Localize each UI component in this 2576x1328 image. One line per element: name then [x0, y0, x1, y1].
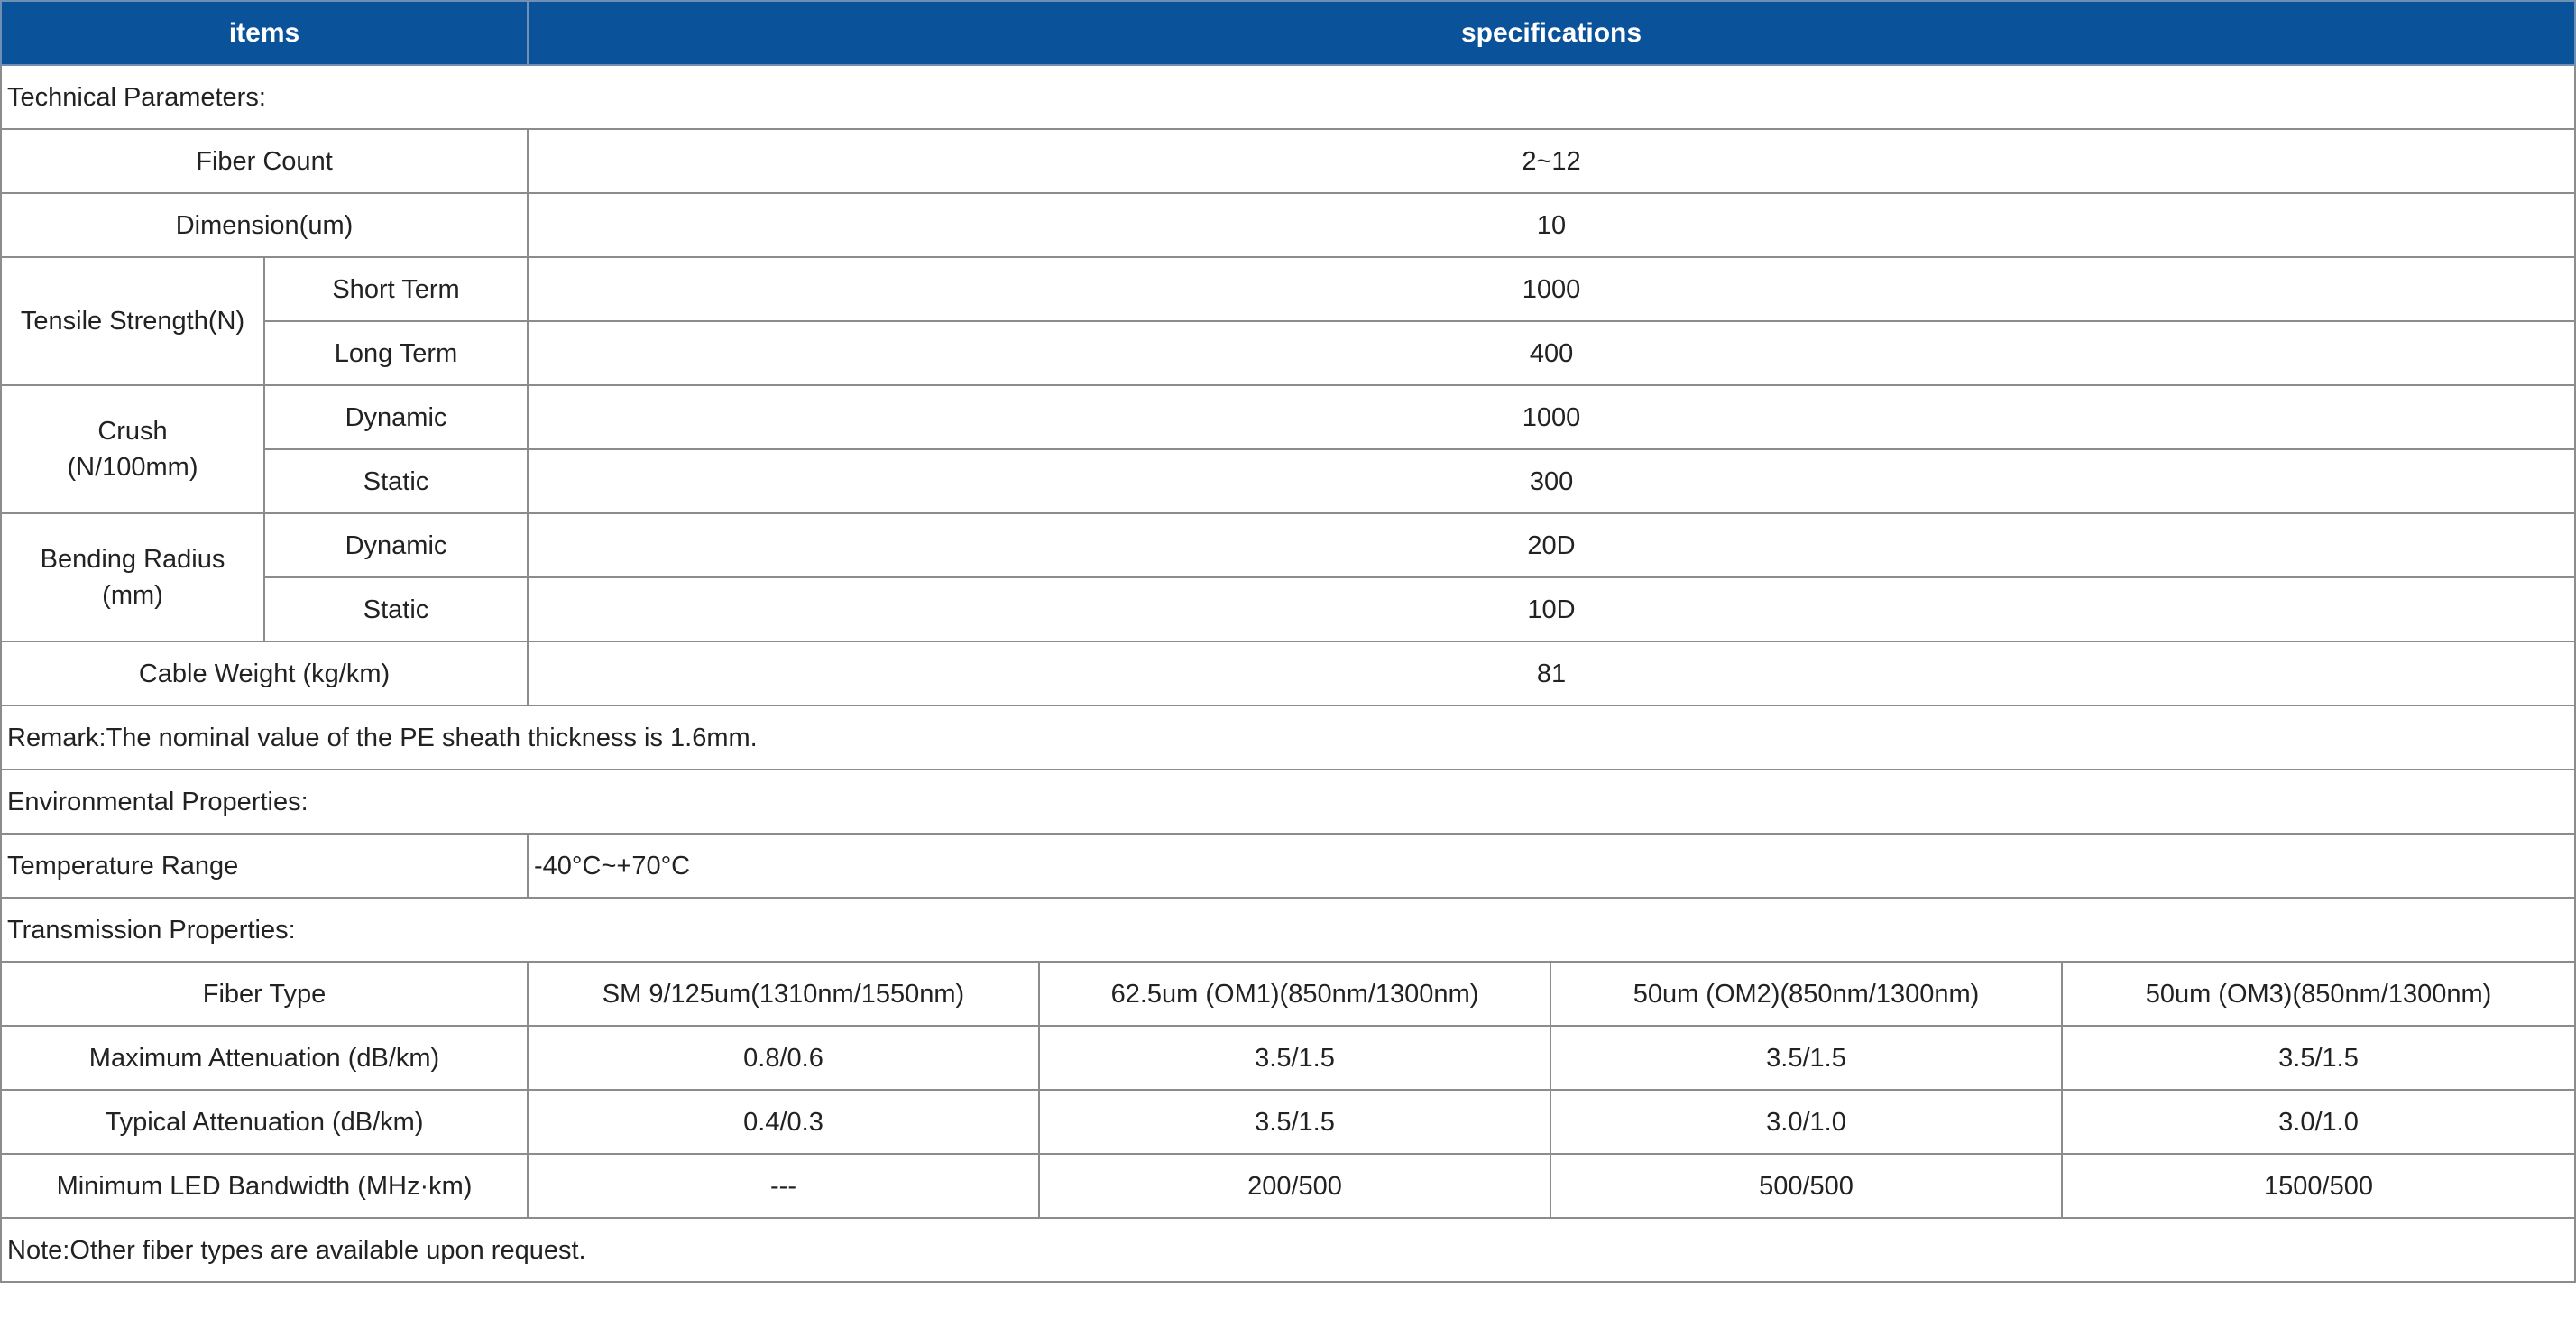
- dimension-value: 10: [526, 192, 2576, 258]
- table-row: Minimum LED Bandwidth (MHz·km) --- 200/5…: [0, 1153, 2576, 1219]
- fiber-type-om3: 50um (OM3)(850nm/1300nm): [2060, 961, 2576, 1027]
- table-row: Crush (N/100mm) Dynamic 1000: [0, 384, 2576, 514]
- crush-label-line1: Crush: [97, 417, 168, 446]
- remark-text: Remark:The nominal value of the PE sheat…: [0, 705, 2576, 770]
- bending-dynamic-label: Dynamic: [263, 512, 529, 578]
- fiber-type-label: Fiber Type: [0, 961, 529, 1027]
- bending-label-line1: Bending Radius: [40, 545, 225, 574]
- spec-table: items specifications Technical Parameter…: [0, 0, 2576, 1283]
- bending-label-line2: (mm): [102, 581, 163, 610]
- crush-static-label: Static: [263, 448, 529, 514]
- section-environmental-title: Environmental Properties:: [0, 769, 2576, 835]
- tensile-short-value: 1000: [526, 256, 2576, 322]
- table-header-row: items specifications: [0, 0, 2576, 66]
- dimension-label: Dimension(um): [0, 192, 529, 258]
- typical-attenuation-om3: 3.0/1.0: [2060, 1089, 2576, 1155]
- bending-static-value: 10D: [526, 576, 2576, 642]
- max-attenuation-om2: 3.5/1.5: [1550, 1025, 2063, 1091]
- note-row: Note:Other fiber types are available upo…: [0, 1217, 2576, 1283]
- table-row: Tensile Strength(N) Short Term 1000: [0, 256, 2576, 386]
- bending-dynamic-value: 20D: [526, 512, 2576, 578]
- tensile-short-label: Short Term: [263, 256, 529, 322]
- max-attenuation-om1: 3.5/1.5: [1038, 1025, 1551, 1091]
- table-row: Bending Radius (mm) Dynamic 20D: [0, 512, 2576, 642]
- min-led-bandwidth-label: Minimum LED Bandwidth (MHz·km): [0, 1153, 529, 1219]
- tensile-strength-label: Tensile Strength(N): [0, 256, 265, 386]
- temperature-range-label: Temperature Range: [0, 833, 529, 899]
- fiber-type-sm: SM 9/125um(1310nm/1550nm): [527, 961, 1040, 1027]
- note-text: Note:Other fiber types are available upo…: [0, 1217, 2576, 1283]
- table-row: Fiber Type SM 9/125um(1310nm/1550nm) 62.…: [0, 961, 2576, 1027]
- section-transmission-title: Transmission Properties:: [0, 897, 2576, 963]
- cable-weight-value: 81: [526, 641, 2576, 706]
- crush-dynamic-label: Dynamic: [263, 384, 529, 450]
- crush-static-value: 300: [526, 448, 2576, 514]
- header-items: items: [0, 0, 529, 66]
- bending-radius-label: Bending Radius (mm): [0, 512, 265, 642]
- table-row: Cable Weight (kg/km) 81: [0, 641, 2576, 706]
- min-led-bandwidth-om3: 1500/500: [2060, 1153, 2576, 1219]
- typical-attenuation-sm: 0.4/0.3: [527, 1089, 1040, 1155]
- table-row: Fiber Count 2~12: [0, 128, 2576, 194]
- bending-static-label: Static: [263, 576, 529, 642]
- min-led-bandwidth-om1: 200/500: [1038, 1153, 1551, 1219]
- cable-weight-label: Cable Weight (kg/km): [0, 641, 529, 706]
- typical-attenuation-label: Typical Attenuation (dB/km): [0, 1089, 529, 1155]
- max-attenuation-sm: 0.8/0.6: [527, 1025, 1040, 1091]
- section-row: Transmission Properties:: [0, 897, 2576, 963]
- fiber-type-om2: 50um (OM2)(850nm/1300nm): [1550, 961, 2063, 1027]
- typical-attenuation-om2: 3.0/1.0: [1550, 1089, 2063, 1155]
- min-led-bandwidth-sm: ---: [527, 1153, 1040, 1219]
- table-row: Typical Attenuation (dB/km) 0.4/0.3 3.5/…: [0, 1089, 2576, 1155]
- tensile-long-label: Long Term: [263, 320, 529, 386]
- table-row: Dimension(um) 10: [0, 192, 2576, 258]
- typical-attenuation-om1: 3.5/1.5: [1038, 1089, 1551, 1155]
- remark-row: Remark:The nominal value of the PE sheat…: [0, 705, 2576, 770]
- table-row: Temperature Range -40°C~+70°C: [0, 833, 2576, 899]
- crush-dynamic-value: 1000: [526, 384, 2576, 450]
- crush-label: Crush (N/100mm): [0, 384, 265, 514]
- temperature-range-value: -40°C~+70°C: [526, 833, 2576, 899]
- section-row: Technical Parameters:: [0, 64, 2576, 130]
- fiber-count-label: Fiber Count: [0, 128, 529, 194]
- crush-label-line2: (N/100mm): [67, 453, 198, 482]
- fiber-count-value: 2~12: [526, 128, 2576, 194]
- table-row: Static 10D: [1, 576, 2576, 642]
- table-row: Maximum Attenuation (dB/km) 0.8/0.6 3.5/…: [0, 1025, 2576, 1091]
- table-row: Long Term 400: [1, 320, 2576, 386]
- table-row: Static 300: [1, 448, 2576, 514]
- tensile-long-value: 400: [526, 320, 2576, 386]
- header-specifications: specifications: [526, 0, 2576, 66]
- max-attenuation-label: Maximum Attenuation (dB/km): [0, 1025, 529, 1091]
- fiber-type-om1: 62.5um (OM1)(850nm/1300nm): [1038, 961, 1551, 1027]
- section-row: Environmental Properties:: [0, 769, 2576, 835]
- min-led-bandwidth-om2: 500/500: [1550, 1153, 2063, 1219]
- section-technical-title: Technical Parameters:: [0, 64, 2576, 130]
- max-attenuation-om3: 3.5/1.5: [2060, 1025, 2576, 1091]
